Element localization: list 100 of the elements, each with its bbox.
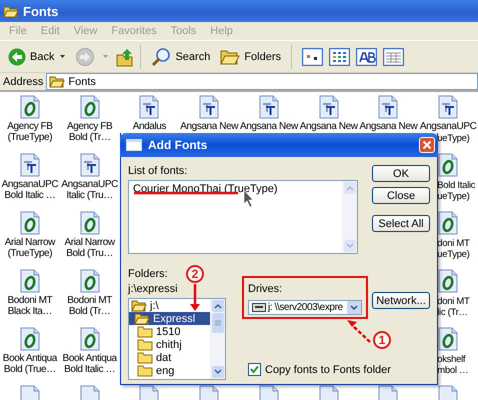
file-name: Bold (Tru… — [66, 248, 113, 259]
folder-item[interactable]: Expressl — [129, 312, 210, 325]
file-name: AngsanaUPC — [2, 179, 58, 190]
back-button[interactable]: Back — [4, 46, 58, 68]
network-drive-icon — [252, 303, 266, 312]
file-name: (TrueType) — [8, 132, 52, 143]
folder-icon — [3, 4, 19, 18]
file-name: ueType) — [437, 191, 470, 202]
file-name: Bold (Tr… — [68, 132, 110, 143]
annotation-arrow — [190, 284, 200, 311]
scroll-thumb[interactable] — [211, 313, 225, 333]
address-field[interactable]: Fonts — [46, 73, 478, 90]
file-name: Arial Narrow — [4, 237, 55, 248]
font-file-icon[interactable] — [78, 327, 101, 351]
window-title: Fonts — [23, 4, 58, 18]
font-file-icon[interactable] — [18, 327, 41, 351]
file-name: ueType) — [437, 249, 470, 260]
annotation-arrow — [347, 320, 371, 343]
callout-number: 2 — [186, 265, 204, 283]
folder-icon — [49, 75, 66, 88]
file-name: AngsanaUPC — [420, 121, 476, 132]
folder-item[interactable]: 1510 — [129, 325, 210, 338]
font-file-icon[interactable] — [437, 269, 460, 293]
view-font-button[interactable] — [356, 48, 378, 66]
folder-icon — [220, 48, 240, 66]
folder-tree[interactable]: j:\ Expressl 1510 chithj dat eng — [128, 298, 226, 380]
search-button[interactable]: Search — [147, 44, 214, 68]
font-file-icon[interactable] — [18, 95, 41, 119]
view-details-button[interactable] — [383, 48, 404, 66]
file-name: Bodoni MT — [7, 295, 52, 306]
folder-icon — [137, 364, 153, 377]
view-icons-button[interactable] — [302, 48, 324, 66]
file-name: Angsana New — [300, 121, 358, 132]
file-name: Italic (Tru… — [66, 190, 113, 201]
file-name: Bold (True… — [4, 364, 56, 375]
font-file-icon[interactable] — [78, 95, 101, 119]
folder-item[interactable]: dat — [129, 351, 210, 364]
ok-button[interactable]: OK — [372, 165, 430, 182]
font-file-icon[interactable] — [18, 269, 41, 293]
font-file-icon[interactable] — [258, 95, 280, 119]
file-name: Book Antiqua — [2, 353, 57, 364]
window-icon — [126, 139, 142, 151]
font-list-item[interactable]: Courier MonoThai (TrueType) — [133, 183, 278, 195]
folder-icon — [137, 338, 153, 351]
drive-dropdown[interactable]: j: \\serv2003\expre — [248, 300, 362, 315]
file-name: Book Antiqua — [62, 353, 117, 364]
font-file-icon[interactable] — [78, 211, 101, 235]
font-list[interactable]: Courier MonoThai (TrueType) — [128, 180, 358, 254]
file-name: Angsana New — [180, 121, 238, 132]
folders-label: Folders: — [128, 268, 168, 280]
dialog-title: Add Fonts — [148, 138, 208, 152]
folder-item[interactable]: j:\ — [129, 299, 210, 312]
file-name: ueType) — [437, 133, 470, 144]
file-name: Arial Narrow — [64, 237, 115, 248]
up-folder-icon[interactable] — [116, 46, 134, 66]
file-name: Bold Italic … — [4, 190, 56, 201]
select-all-button[interactable]: Select All — [372, 215, 430, 232]
file-name: Agency FB — [66, 121, 112, 132]
folder-item[interactable]: chithj — [129, 338, 210, 351]
font-file-icon[interactable] — [78, 269, 101, 293]
view-list-button[interactable] — [329, 48, 350, 66]
file-name: (TrueType) — [8, 248, 52, 259]
file-name: Bold Italic — [437, 180, 476, 191]
file-name: Agency FB — [7, 121, 53, 132]
network-button[interactable]: Network... — [372, 292, 430, 309]
font-file-icon[interactable] — [437, 211, 460, 235]
font-file-icon[interactable] — [377, 95, 400, 119]
checkbox[interactable] — [248, 363, 261, 376]
folder-path: j:\expressi — [128, 283, 178, 295]
font-file-icon[interactable] — [437, 327, 460, 351]
close-button[interactable]: Close — [372, 187, 430, 204]
close-button[interactable] — [419, 137, 435, 153]
font-file-icon[interactable] — [18, 211, 41, 235]
folders-button[interactable]: Folders — [216, 46, 286, 68]
file-name: mbol … — [437, 365, 468, 376]
folder-icon — [131, 299, 147, 312]
font-file-icon[interactable] — [138, 95, 160, 119]
close-icon — [420, 138, 434, 152]
list-label: List of fonts: — [128, 165, 188, 177]
drives-label: Drives: — [248, 283, 284, 295]
font-file-icon[interactable] — [198, 95, 220, 119]
scroll-down-icon[interactable] — [211, 365, 225, 379]
checkbox-label: Copy fonts to Fonts folder — [265, 364, 391, 376]
file-name: Andalus — [132, 121, 166, 132]
font-file-icon[interactable] — [78, 153, 101, 177]
caret-icon[interactable] — [60, 55, 66, 58]
back-icon — [8, 48, 26, 66]
file-name: Black Ita… — [8, 306, 52, 317]
scroll-up-icon[interactable] — [211, 299, 225, 313]
file-name: Angsana New — [240, 121, 298, 132]
font-file-icon[interactable] — [437, 153, 460, 177]
font-file-icon[interactable] — [437, 95, 460, 119]
file-name: Angsana New — [359, 121, 418, 132]
file-name: okshelf — [437, 354, 466, 365]
folder-item[interactable]: eng — [129, 364, 210, 377]
font-file-icon[interactable] — [18, 153, 41, 177]
file-name: Bodoni MT — [67, 295, 112, 306]
folder-icon — [137, 351, 153, 364]
font-file-icon[interactable] — [318, 95, 340, 119]
file-name: doni MT — [437, 296, 470, 307]
